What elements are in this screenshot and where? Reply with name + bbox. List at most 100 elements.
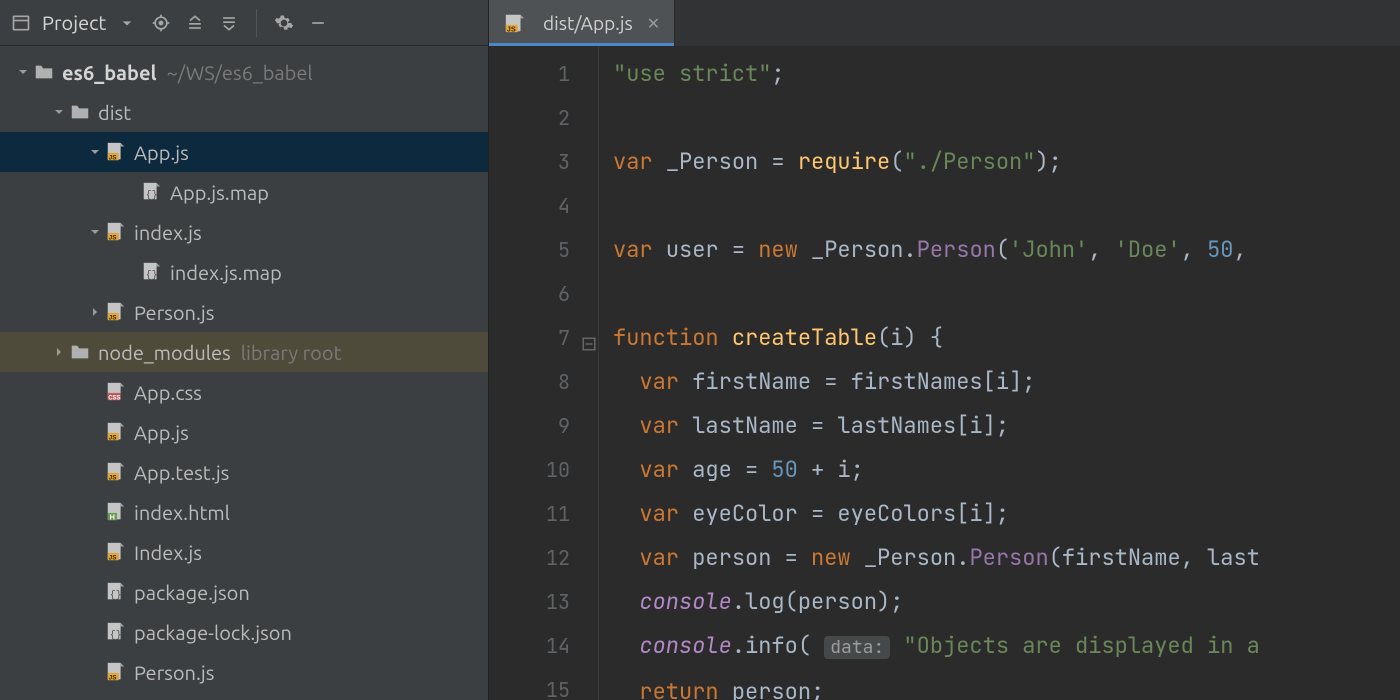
svg-text:{}: {} xyxy=(110,590,122,602)
line-number[interactable]: 2 xyxy=(489,96,598,140)
js-icon: JS xyxy=(104,140,128,164)
chevron-right-icon[interactable] xyxy=(50,346,68,358)
json-icon: {} xyxy=(140,180,164,204)
separator xyxy=(256,9,257,37)
chevron-down-icon[interactable] xyxy=(14,66,32,78)
json-icon: {} xyxy=(104,580,128,604)
js-icon: JS xyxy=(104,420,128,444)
svg-text:H: H xyxy=(110,512,115,521)
code-line[interactable]: console.log(person); xyxy=(613,580,1400,624)
svg-text:JS: JS xyxy=(507,24,516,33)
expand-all-icon[interactable] xyxy=(182,10,208,36)
fold-icon[interactable] xyxy=(582,331,596,345)
tree-item-label: es6_babel xyxy=(62,61,157,84)
line-number[interactable]: 11 xyxy=(489,492,598,536)
line-number[interactable]: 3 xyxy=(489,140,598,184)
code-line[interactable]: var person = new _Person.Person(firstNam… xyxy=(613,536,1400,580)
tree-item[interactable]: JSApp.test.js xyxy=(0,452,488,492)
chevron-right-icon[interactable] xyxy=(86,306,104,318)
code-line[interactable]: "use strict"; xyxy=(613,52,1400,96)
collapse-all-icon[interactable] xyxy=(216,10,242,36)
line-number[interactable]: 9 xyxy=(489,404,598,448)
line-number[interactable]: 13 xyxy=(489,580,598,624)
project-header: Project xyxy=(0,0,488,46)
code-line[interactable] xyxy=(613,272,1400,316)
line-number[interactable]: 8 xyxy=(489,360,598,404)
js-icon: JS xyxy=(104,540,128,564)
tree-item[interactable]: Hindex.html xyxy=(0,492,488,532)
folder-icon xyxy=(32,60,56,84)
json-icon: {} xyxy=(140,260,164,284)
svg-text:{}: {} xyxy=(110,630,122,642)
close-icon[interactable]: ✕ xyxy=(647,14,660,33)
tree-item[interactable]: JSindex.js xyxy=(0,212,488,252)
code-line[interactable] xyxy=(613,184,1400,228)
editor-tabbar: JS dist/App.js ✕ xyxy=(489,0,1400,46)
code-line[interactable]: var firstName = firstNames[i]; xyxy=(613,360,1400,404)
tree-item[interactable]: CSS App.css xyxy=(0,372,488,412)
chevron-down-icon[interactable] xyxy=(86,146,104,158)
tree-item[interactable]: JS App.js xyxy=(0,132,488,172)
line-number[interactable]: 5 xyxy=(489,228,598,272)
code-line[interactable]: console.info( data: "Objects are display… xyxy=(613,624,1400,670)
tree-item[interactable]: {}App.js.map xyxy=(0,172,488,212)
tree-item[interactable]: dist xyxy=(0,92,488,132)
line-number[interactable]: 6 xyxy=(489,272,598,316)
tree-item[interactable]: {}package-lock.json xyxy=(0,612,488,652)
code-line[interactable]: var _Person = require("./Person"); xyxy=(613,140,1400,184)
tree-item-label: App.js xyxy=(134,421,189,444)
chevron-down-icon[interactable] xyxy=(86,226,104,238)
editor-area: JS dist/App.js ✕ 123456789101112131415 "… xyxy=(489,0,1400,700)
code-line[interactable]: var age = 50 + i; xyxy=(613,448,1400,492)
line-number[interactable]: 14 xyxy=(489,624,598,668)
tree-item-label: dist xyxy=(98,101,131,124)
code-line[interactable]: var lastName = lastNames[i]; xyxy=(613,404,1400,448)
js-icon: JS xyxy=(104,460,128,484)
tree-item-label: Person.js xyxy=(134,301,214,324)
project-tree[interactable]: es6_babel~/WS/es6_babeldistJSApp.js{}App… xyxy=(0,46,488,700)
tree-item-hint: library root xyxy=(241,341,342,364)
tree-item[interactable]: es6_babel~/WS/es6_babel xyxy=(0,52,488,92)
project-tool-window: Project es6_babel~/WS/es6_babeldistJSApp… xyxy=(0,0,489,700)
gear-icon[interactable] xyxy=(271,10,297,36)
svg-text:CSS: CSS xyxy=(108,395,120,401)
svg-text:JS: JS xyxy=(109,234,118,241)
line-number[interactable]: 10 xyxy=(489,448,598,492)
locate-icon[interactable] xyxy=(148,10,174,36)
code-line[interactable]: function createTable(i) { xyxy=(613,316,1400,360)
tree-item[interactable]: JS Person.js xyxy=(0,292,488,332)
minimize-icon[interactable] xyxy=(305,10,331,36)
code-line[interactable]: var user = new _Person.Person('John', 'D… xyxy=(613,228,1400,272)
js-file-icon: JS xyxy=(503,11,527,35)
code-line[interactable] xyxy=(613,96,1400,140)
tree-item[interactable]: JSPerson.js xyxy=(0,652,488,692)
line-number[interactable]: 7 xyxy=(489,316,598,360)
project-view-icon xyxy=(8,10,34,36)
editor-code[interactable]: "use strict"; var _Person = require("./P… xyxy=(599,46,1400,700)
js-icon: JS xyxy=(104,660,128,684)
tree-item[interactable]: node_moduleslibrary root xyxy=(0,332,488,372)
code-line[interactable]: var eyeColor = eyeColors[i]; xyxy=(613,492,1400,536)
tree-item[interactable]: JSIndex.js xyxy=(0,532,488,572)
editor-gutter[interactable]: 123456789101112131415 xyxy=(489,46,599,700)
line-number[interactable]: 4 xyxy=(489,184,598,228)
tree-item[interactable]: JS App.js xyxy=(0,412,488,452)
tree-item-label: App.css xyxy=(134,381,202,404)
tree-item[interactable]: {}package.json xyxy=(0,572,488,612)
line-number[interactable]: 1 xyxy=(489,52,598,96)
code-line[interactable]: return person; xyxy=(613,670,1400,700)
tree-item-label: index.js.map xyxy=(170,261,282,284)
folder-icon xyxy=(68,340,92,364)
project-label[interactable]: Project xyxy=(42,11,106,34)
line-number[interactable]: 15 xyxy=(489,668,598,700)
line-number[interactable]: 12 xyxy=(489,536,598,580)
tree-item-label: App.js xyxy=(134,141,189,164)
html-icon: H xyxy=(104,500,128,524)
chevron-down-icon[interactable] xyxy=(50,106,68,118)
editor-tab-label: dist/App.js xyxy=(543,12,633,34)
svg-text:JS: JS xyxy=(109,314,118,321)
chevron-down-icon[interactable] xyxy=(114,10,140,36)
tree-item[interactable]: {} index.js.map xyxy=(0,252,488,292)
tree-item-label: index.html xyxy=(134,501,230,524)
editor-tab[interactable]: JS dist/App.js ✕ xyxy=(489,0,675,46)
